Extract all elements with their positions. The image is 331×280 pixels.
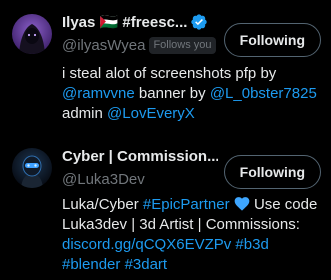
hashtag-link[interactable]: #EpicPartner — [143, 196, 230, 213]
user-handle: @ilyasWyea — [62, 37, 146, 54]
following-button[interactable]: Following — [223, 155, 321, 189]
hashtag-link[interactable]: #blender — [62, 256, 120, 273]
handle-row: @ilyasWyea Follows you — [62, 37, 216, 54]
follows-you-badge: Follows you — [149, 37, 216, 54]
bio-text: Luka3dev | 3d Artist | Commissions: — [62, 216, 300, 233]
mention-link[interactable]: @ramvvne — [62, 85, 135, 102]
display-name[interactable]: Ilyas 🇵🇸 #freesc... — [62, 13, 187, 31]
hashtag-link[interactable]: #3dart — [125, 256, 168, 273]
hashtag-link[interactable]: #b3d — [235, 236, 268, 253]
hooded-figure-avatar-icon — [12, 14, 52, 54]
bio-text: Luka/Cyber — [62, 196, 139, 213]
avatar[interactable] — [12, 14, 52, 54]
user-bio: i steal alot of screenshots pfp by @ramv… — [62, 64, 323, 124]
display-name[interactable]: Cyber | Commission... — [62, 148, 218, 165]
bio-text: Use code — [253, 196, 318, 213]
handle-row: @Luka3Dev — [62, 171, 145, 188]
user-bio: Luka/Cyber #EpicPartner Use code Luka3de… — [62, 195, 323, 275]
blue-heart-icon — [234, 197, 250, 211]
bio-text: admin — [62, 105, 103, 122]
discord-link[interactable]: discord.gg/qCQX6EVZPv — [62, 236, 231, 253]
following-button[interactable]: Following — [223, 23, 321, 57]
user-card[interactable]: Ilyas 🇵🇸 #freesc... @ilyasWyea Follows y… — [0, 0, 331, 138]
bio-text: banner by — [138, 85, 206, 102]
user-card[interactable]: Cyber | Commission... @Luka3Dev Followin… — [0, 138, 331, 280]
mention-link[interactable]: @L_0bster7825 — [210, 85, 317, 102]
user-handle: @Luka3Dev — [62, 171, 145, 188]
avatar[interactable] — [12, 148, 52, 188]
bio-text: i steal alot of screenshots pfp by — [62, 65, 277, 82]
mention-link[interactable]: @LovEveryX — [107, 105, 195, 122]
user-list: Ilyas 🇵🇸 #freesc... @ilyasWyea Follows y… — [0, 0, 331, 280]
name-row: Cyber | Commission... — [62, 146, 218, 166]
robot-head-avatar-icon — [12, 148, 52, 188]
verified-badge-icon — [191, 14, 208, 30]
name-row: Ilyas 🇵🇸 #freesc... — [62, 12, 208, 32]
